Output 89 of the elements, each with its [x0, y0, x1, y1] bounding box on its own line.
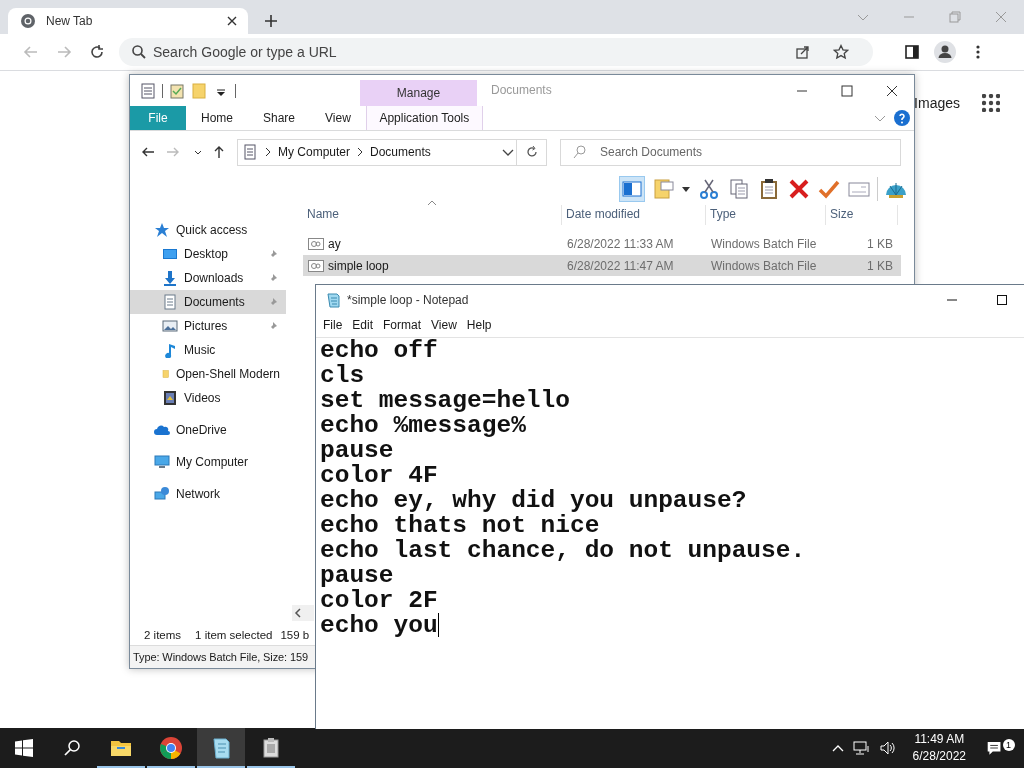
- nav-item[interactable]: Pictures: [130, 314, 286, 338]
- menu-item[interactable]: View: [426, 318, 462, 332]
- ribbon-tab[interactable]: Application Tools: [365, 106, 483, 130]
- search-icon: [63, 739, 81, 757]
- date-cell-text: 6/28/2022 11:33 AM: [566, 236, 675, 251]
- apps-grid-icon[interactable]: [982, 94, 1000, 112]
- selection-count: 1 item selected: [195, 629, 273, 641]
- selection-size: 159 b: [280, 629, 310, 641]
- star-icon[interactable]: [833, 44, 849, 60]
- notification-count: 1: [1002, 738, 1015, 751]
- chrome-logo-icon: [159, 736, 183, 760]
- window-title: *simple loop - Notepad: [347, 293, 470, 307]
- speaker-icon[interactable]: [878, 740, 897, 756]
- batch-file-icon: [308, 235, 324, 252]
- address-bar[interactable]: Search Google or type a URL: [119, 38, 873, 66]
- breadcrumb-item[interactable]: Documents: [370, 145, 431, 159]
- chrome-logo-icon: [20, 13, 36, 29]
- nav-item[interactable]: Open-Shell Modern: [130, 362, 286, 386]
- nav-item[interactable]: Downloads: [130, 266, 286, 290]
- clock[interactable]: 11:49 AM 6/28/2022: [904, 731, 974, 765]
- size-cell-text: 1 KB: [866, 258, 894, 273]
- nav-item[interactable]: Desktop: [130, 242, 286, 266]
- computer-icon: [154, 454, 170, 470]
- menu-item[interactable]: File: [318, 318, 348, 332]
- reload-icon[interactable]: [88, 44, 105, 60]
- nav-item[interactable]: Network: [130, 482, 286, 506]
- chevron-right-icon: [264, 147, 272, 157]
- column-header[interactable]: Date modified: [562, 205, 706, 225]
- horizontal-scrollbar[interactable]: [292, 605, 314, 621]
- music-note-icon: [162, 342, 178, 358]
- search-field[interactable]: Search Documents: [560, 138, 901, 166]
- context-group-label: Manage: [360, 80, 477, 106]
- item-count: 2 items: [144, 629, 182, 641]
- column-header[interactable]: Type: [706, 205, 826, 225]
- file-row[interactable]: simple loop 6/28/2022 11:47 AM Windows Batch File 1 KB: [303, 255, 901, 276]
- menu-item[interactable]: Format: [378, 318, 427, 332]
- document-icon: [162, 294, 178, 310]
- side-panel-icon[interactable]: [903, 44, 920, 60]
- maximize-icon[interactable]: [996, 294, 1008, 306]
- scissors-icon[interactable]: [697, 177, 721, 201]
- search-icon: [572, 143, 588, 160]
- download-icon: [162, 270, 178, 286]
- plus-icon[interactable]: [263, 13, 279, 29]
- nav-item[interactable]: My Computer: [130, 450, 286, 474]
- network-icon: [154, 486, 170, 502]
- file-row[interactable]: ay 6/28/2022 11:33 AM Windows Batch File 1 KB: [303, 233, 901, 254]
- date-cell-text: 6/28/2022 11:47 AM: [566, 258, 675, 273]
- browser-tab[interactable]: New Tab: [8, 8, 248, 34]
- nav-item[interactable]: OneDrive: [130, 418, 286, 442]
- type-cell-text: Windows Batch File: [710, 258, 818, 273]
- nav-item[interactable]: Videos: [130, 386, 286, 410]
- chevron-right-icon: [356, 147, 365, 157]
- address-bar[interactable]: My Computer Documents: [237, 138, 517, 166]
- type-cell-text: Windows Batch File: [710, 236, 818, 251]
- column-header[interactable]: Size: [826, 205, 898, 225]
- file-name: ay: [328, 236, 341, 251]
- preview-pane-icon[interactable]: [619, 176, 645, 202]
- document-icon: [242, 144, 258, 160]
- file-name: simple loop: [328, 258, 389, 273]
- star-icon: [154, 222, 170, 238]
- window-title: Documents: [490, 82, 553, 99]
- windows-logo-icon: [15, 739, 33, 757]
- nav-item[interactable]: Quick access: [130, 218, 286, 242]
- taskbar-app[interactable]: [197, 728, 245, 768]
- ribbon-tab[interactable]: Share: [248, 106, 311, 130]
- ribbon-tab[interactable]: Home: [186, 106, 248, 130]
- notification-icon[interactable]: [985, 740, 1003, 756]
- film-icon: [162, 390, 178, 406]
- delete-icon[interactable]: [787, 177, 811, 201]
- nav-item[interactable]: Music: [130, 338, 286, 362]
- network-icon[interactable]: [852, 740, 871, 756]
- ribbon-tab[interactable]: View: [310, 106, 366, 130]
- menu-item[interactable]: Help: [461, 318, 497, 332]
- picture-icon: [162, 318, 178, 334]
- notepad-icon: [325, 292, 341, 308]
- share-icon[interactable]: [795, 44, 811, 60]
- sort-up-icon: [427, 200, 437, 206]
- help-icon[interactable]: [894, 110, 910, 126]
- avatar-icon[interactable]: [933, 41, 956, 63]
- nav-item[interactable]: Documents: [130, 290, 286, 314]
- search-icon: [131, 44, 147, 60]
- size-cell-text: 1 KB: [866, 236, 894, 251]
- checklist-icon[interactable]: [169, 82, 185, 99]
- link[interactable]: Images: [914, 95, 960, 111]
- breadcrumb-item[interactable]: My Computer: [278, 145, 351, 159]
- batch-file-icon: [308, 257, 324, 274]
- column-header[interactable]: Name: [303, 205, 562, 225]
- monitor-icon: [162, 246, 178, 262]
- menu-item[interactable]: Edit: [347, 318, 379, 332]
